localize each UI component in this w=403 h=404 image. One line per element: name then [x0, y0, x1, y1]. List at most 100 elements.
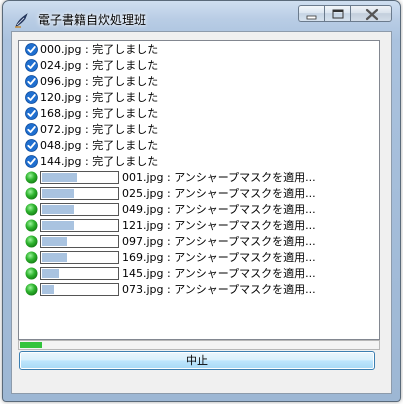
- separator: :: [81, 139, 93, 152]
- file-progress-bar: [40, 251, 119, 264]
- file-name: 024.jpg: [40, 59, 82, 72]
- file-name: 121.jpg: [122, 219, 164, 232]
- check-circle-icon: [25, 155, 38, 168]
- file-progress-fill: [42, 269, 59, 278]
- separator: :: [163, 267, 175, 280]
- list-item-text: 097.jpg : アンシャープマスクを適用...: [122, 235, 316, 249]
- separator: :: [163, 235, 175, 248]
- file-name: 072.jpg: [40, 123, 82, 136]
- green-circle-icon: [25, 283, 38, 296]
- green-circle-icon: [25, 171, 38, 184]
- file-name: 048.jpg: [40, 139, 82, 152]
- title-bar[interactable]: 電子書籍自炊処理班: [3, 1, 400, 33]
- status-text: アンシャープマスクを適用...: [174, 267, 316, 280]
- list-item-text: 120.jpg : 完了しました: [40, 91, 158, 105]
- list-item-text: 072.jpg : 完了しました: [40, 123, 158, 137]
- file-progress-fill: [42, 253, 67, 262]
- check-circle-icon: [25, 139, 38, 152]
- window-title: 電子書籍自炊処理班: [38, 13, 147, 27]
- list-item-text: 049.jpg : アンシャープマスクを適用...: [122, 203, 316, 217]
- client-area: 000.jpg : 完了しました 024.jpg : 完了しました 096.jpg …: [11, 31, 392, 394]
- list-item-text: 025.jpg : アンシャープマスクを適用...: [122, 187, 316, 201]
- green-circle-icon: [25, 235, 38, 248]
- file-progress-bar: [40, 171, 119, 184]
- file-progress-fill: [42, 285, 54, 294]
- progress-list[interactable]: 000.jpg : 完了しました 024.jpg : 完了しました 096.jpg …: [18, 40, 380, 340]
- check-circle-icon: [25, 107, 38, 120]
- list-item-text: 145.jpg : アンシャープマスクを適用...: [122, 267, 316, 281]
- status-text: アンシャープマスクを適用...: [174, 203, 316, 216]
- green-circle-icon: [25, 251, 38, 264]
- file-progress-bar: [40, 235, 119, 248]
- status-text: 完了しました: [92, 123, 159, 136]
- status-text: アンシャープマスクを適用...: [174, 219, 316, 232]
- status-text: 完了しました: [92, 59, 159, 72]
- file-name: 001.jpg: [122, 171, 164, 184]
- list-item-text: 169.jpg : アンシャープマスクを適用...: [122, 251, 316, 265]
- separator: :: [163, 203, 175, 216]
- check-circle-icon: [25, 123, 38, 136]
- close-icon: [365, 8, 379, 21]
- file-name: 145.jpg: [122, 267, 164, 280]
- file-name: 000.jpg: [40, 43, 82, 56]
- separator: :: [81, 75, 93, 88]
- file-progress-fill: [42, 237, 67, 246]
- check-circle-icon: [25, 91, 38, 104]
- file-name: 168.jpg: [40, 107, 82, 120]
- green-circle-icon: [25, 203, 38, 216]
- file-name: 097.jpg: [122, 235, 164, 248]
- list-item-text: 121.jpg : アンシャープマスクを適用...: [122, 219, 316, 233]
- green-circle-icon: [25, 219, 38, 232]
- file-progress-bar: [40, 267, 119, 280]
- file-name: 049.jpg: [122, 203, 164, 216]
- separator: :: [163, 171, 175, 184]
- close-button[interactable]: [350, 5, 392, 22]
- quill-pen-icon: [15, 13, 28, 28]
- status-text: 完了しました: [92, 75, 159, 88]
- file-name: 073.jpg: [122, 283, 164, 296]
- separator: :: [163, 187, 175, 200]
- status-text: アンシャープマスクを適用...: [174, 251, 316, 264]
- check-circle-icon: [25, 75, 38, 88]
- file-progress-bar: [40, 219, 119, 232]
- overall-progress-fill: [20, 342, 42, 348]
- separator: :: [81, 123, 93, 136]
- status-text: 完了しました: [92, 139, 159, 152]
- status-text: アンシャープマスクを適用...: [174, 283, 316, 296]
- status-text: 完了しました: [92, 107, 159, 120]
- status-text: アンシャープマスクを適用...: [174, 235, 316, 248]
- file-progress-fill: [42, 173, 77, 182]
- file-progress-fill: [42, 205, 74, 214]
- green-circle-icon: [25, 267, 38, 280]
- file-name: 120.jpg: [40, 91, 82, 104]
- status-text: 完了しました: [92, 43, 159, 56]
- separator: :: [81, 107, 93, 120]
- green-circle-icon: [25, 187, 38, 200]
- separator: :: [81, 155, 93, 168]
- list-item-text: 073.jpg : アンシャープマスクを適用...: [122, 283, 316, 297]
- maximize-button[interactable]: [324, 5, 350, 22]
- list-item-text: 144.jpg : 完了しました: [40, 155, 158, 169]
- separator: :: [163, 283, 175, 296]
- window-controls: [298, 5, 392, 23]
- file-progress-fill: [42, 221, 74, 230]
- file-name: 144.jpg: [40, 155, 82, 168]
- overall-progress-bar: [18, 340, 380, 350]
- file-progress-bar: [40, 283, 119, 296]
- status-text: 完了しました: [92, 155, 159, 168]
- minimize-icon: [306, 15, 317, 20]
- list-item-text: 000.jpg : 完了しました: [40, 43, 158, 57]
- list-item-text: 096.jpg : 完了しました: [40, 75, 158, 89]
- stop-button[interactable]: 中止: [19, 351, 375, 370]
- check-circle-icon: [25, 59, 38, 72]
- separator: :: [81, 59, 93, 72]
- file-progress-bar: [40, 187, 119, 200]
- maximize-icon: [332, 9, 344, 19]
- list-item-text: 024.jpg : 完了しました: [40, 59, 158, 73]
- minimize-button[interactable]: [298, 5, 324, 22]
- file-name: 169.jpg: [122, 251, 164, 264]
- separator: :: [163, 219, 175, 232]
- list-item-text: 168.jpg : 完了しました: [40, 107, 158, 121]
- status-text: アンシャープマスクを適用...: [174, 171, 316, 184]
- file-name: 096.jpg: [40, 75, 82, 88]
